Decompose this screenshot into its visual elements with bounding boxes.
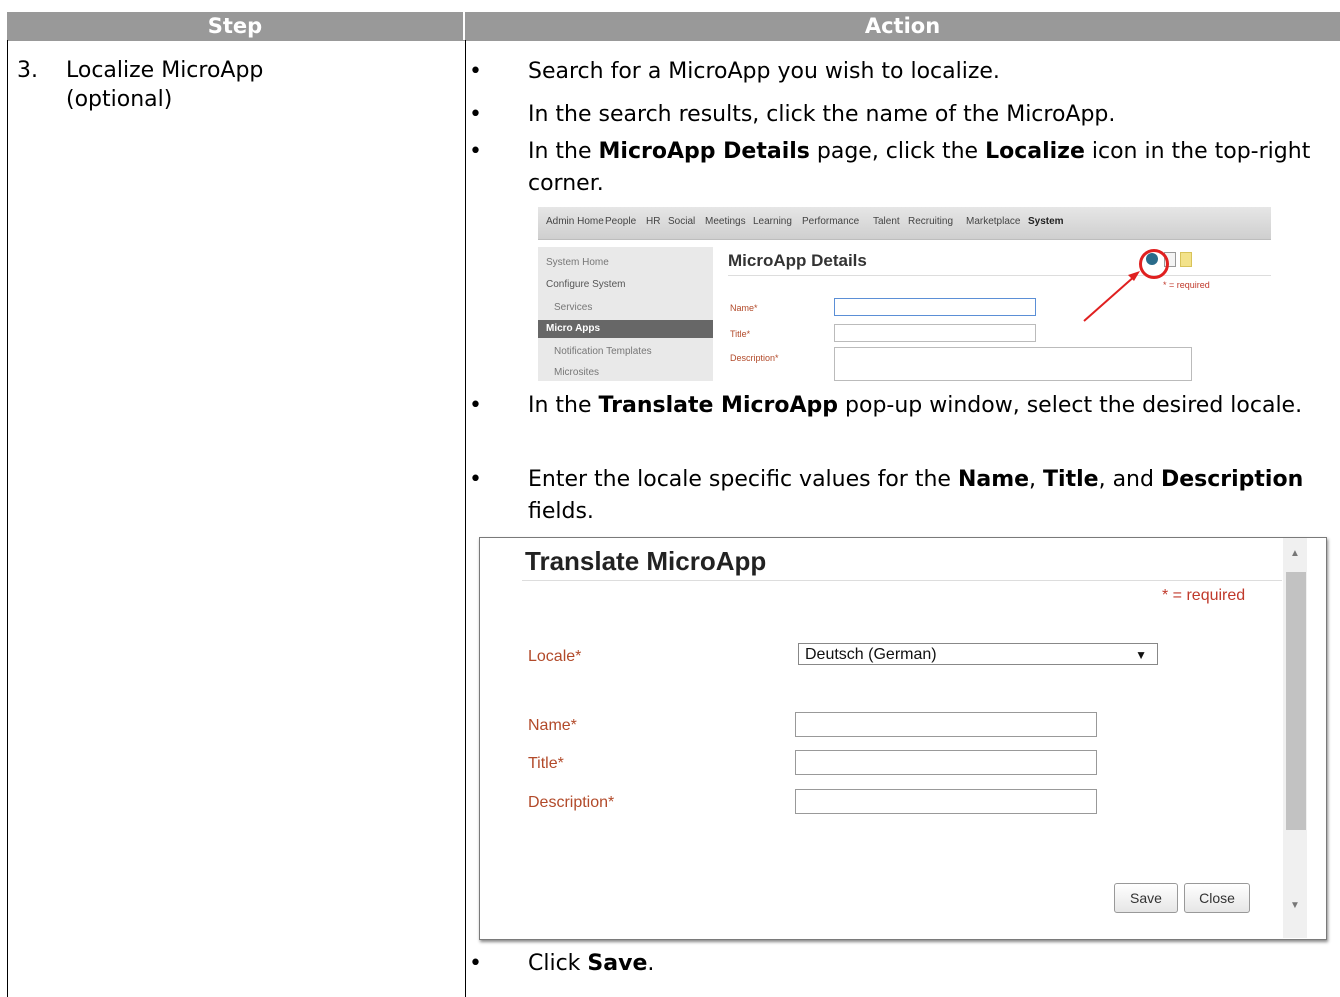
name-term: Name	[957, 467, 1030, 492]
sidebar-services[interactable]: Services	[554, 302, 592, 313]
dialog-title-input[interactable]	[795, 750, 1097, 775]
translate-microapp-term: Translate MicroApp	[598, 393, 839, 418]
scroll-up-icon[interactable]: ▲	[1290, 548, 1300, 559]
nav-meetings[interactable]: Meetings	[705, 216, 746, 227]
admin-nav-bar: Admin Home People HR Social Meetings Lea…	[538, 207, 1271, 240]
bullet-6-marker: •	[469, 951, 482, 976]
microapp-details-title: MicroApp Details	[728, 251, 867, 270]
nav-social[interactable]: Social	[668, 216, 695, 227]
microapp-details-term: MicroApp Details	[598, 139, 810, 164]
name-input[interactable]	[834, 298, 1036, 316]
header-divider	[7, 40, 1340, 41]
bullet-3-text: In the MicroApp Details page, click the …	[528, 139, 1311, 196]
title-term: Title	[1043, 467, 1099, 492]
nav-learning[interactable]: Learning	[753, 216, 792, 227]
step-label-line1: Localize MicroApp	[66, 58, 264, 83]
nav-performance[interactable]: Performance	[802, 216, 859, 227]
bullet-1-marker: •	[469, 59, 482, 84]
description-label: Description*	[730, 353, 779, 363]
locale-label: Locale*	[528, 648, 582, 665]
bullet-4-text: In the Translate MicroApp pop-up window,…	[528, 393, 1303, 418]
chevron-down-icon: ▼	[1135, 648, 1147, 662]
dialog-description-input[interactable]	[795, 789, 1097, 814]
name-label: Name*	[730, 303, 758, 313]
locale-select[interactable]: Deutsch (German) ▼	[798, 643, 1158, 665]
bullet-5-text: Enter the locale specific values for the…	[528, 467, 1304, 524]
header-action: Action	[465, 12, 1340, 40]
microapp-details-screenshot: Admin Home People HR Social Meetings Lea…	[538, 207, 1271, 381]
dialog-description-label: Description*	[528, 794, 615, 811]
title-divider	[728, 275, 1271, 276]
description-input[interactable]	[834, 347, 1192, 381]
nav-people[interactable]: People	[605, 216, 636, 227]
note-icon[interactable]	[1180, 252, 1192, 267]
dialog-title-label: Title*	[528, 755, 564, 772]
sidebar-microsites[interactable]: Microsites	[554, 367, 599, 378]
nav-system[interactable]: System	[1028, 216, 1064, 227]
localize-term: Localize	[985, 139, 1085, 164]
dialog-title: Translate MicroApp	[525, 546, 767, 576]
sidebar-notification-templates[interactable]: Notification Templates	[554, 346, 652, 357]
step-label: Localize MicroApp (optional)	[66, 56, 446, 114]
bullet-5-marker: •	[469, 467, 482, 492]
scroll-down-icon[interactable]: ▼	[1290, 900, 1300, 911]
sidebar-micro-apps[interactable]: Micro Apps	[538, 320, 713, 338]
save-button[interactable]: Save	[1114, 883, 1178, 913]
column-divider	[465, 40, 466, 997]
system-sidebar: System Home Configure System Services Mi…	[538, 247, 713, 381]
header-step: Step	[7, 12, 463, 40]
nav-recruiting[interactable]: Recruiting	[908, 216, 953, 227]
sidebar-system-home[interactable]: System Home	[546, 257, 609, 268]
bullet-2-text: In the search results, click the name of…	[528, 102, 1116, 127]
nav-talent[interactable]: Talent	[873, 216, 900, 227]
nav-marketplace[interactable]: Marketplace	[966, 216, 1020, 227]
dialog-scrollbar[interactable]: ▲ ▼	[1283, 538, 1307, 938]
save-term: Save	[587, 951, 648, 976]
description-term: Description	[1160, 467, 1304, 492]
translate-microapp-dialog: Translate MicroApp * = required Locale* …	[479, 537, 1327, 940]
step-number: 3.	[17, 58, 38, 83]
dialog-name-label: Name*	[528, 717, 577, 734]
step-label-line2: (optional)	[66, 87, 173, 112]
dialog-name-input[interactable]	[795, 712, 1097, 737]
bullet-4-marker: •	[469, 393, 482, 418]
nav-admin-home[interactable]: Admin Home	[546, 216, 604, 227]
locale-select-value: Deutsch (German)	[805, 646, 937, 663]
dialog-required-note: * = required	[1162, 587, 1246, 604]
title-input[interactable]	[834, 324, 1036, 342]
nav-hr[interactable]: HR	[646, 216, 660, 227]
pointer-arrow-icon	[1083, 271, 1140, 322]
required-note: * = required	[1163, 280, 1210, 290]
bullet-6-text: Click Save.	[528, 951, 655, 976]
title-label: Title*	[730, 329, 751, 339]
dialog-title-divider	[522, 580, 1282, 581]
scrollbar-thumb[interactable]	[1286, 572, 1306, 830]
sidebar-configure-system[interactable]: Configure System	[546, 279, 625, 290]
close-button[interactable]: Close	[1184, 883, 1250, 913]
bullet-2-marker: •	[469, 102, 482, 127]
left-border	[7, 40, 8, 997]
bullet-3-marker: •	[469, 139, 482, 164]
bullet-1-text: Search for a MicroApp you wish to locali…	[528, 59, 1000, 84]
